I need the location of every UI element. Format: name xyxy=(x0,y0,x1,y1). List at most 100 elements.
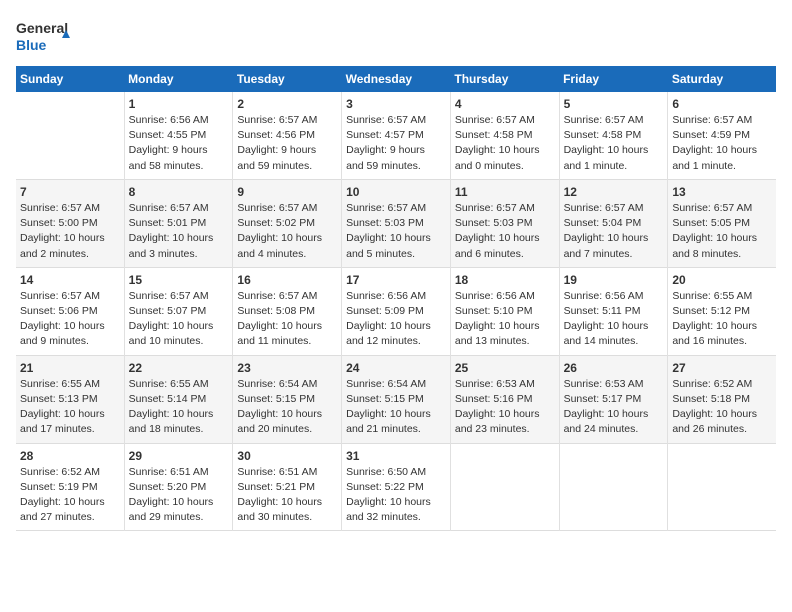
day-info: Sunrise: 6:52 AMSunset: 5:18 PMDaylight:… xyxy=(672,377,772,438)
day-number: 1 xyxy=(129,97,229,111)
day-number: 25 xyxy=(455,361,555,375)
day-number: 7 xyxy=(20,185,120,199)
calendar-cell: 14 Sunrise: 6:57 AMSunset: 5:06 PMDayligh… xyxy=(16,267,124,355)
day-info: Sunrise: 6:55 AMSunset: 5:12 PMDaylight:… xyxy=(672,289,772,350)
day-number: 3 xyxy=(346,97,446,111)
calendar-cell: 16Sunrise: 6:57 AMSunset: 5:08 PMDayligh… xyxy=(233,267,342,355)
calendar-cell: 18 Sunrise: 6:56 AMSunset: 5:10 PMDayligh… xyxy=(450,267,559,355)
day-info: Sunrise: 6:51 AMSunset: 5:20 PMDaylight:… xyxy=(129,465,229,526)
day-info: Sunrise: 6:54 AMSunset: 5:15 PMDaylight:… xyxy=(346,377,446,438)
calendar-cell: 9 Sunrise: 6:57 AMSunset: 5:02 PMDaylight… xyxy=(233,179,342,267)
calendar-cell: 23Sunrise: 6:54 AMSunset: 5:15 PMDayligh… xyxy=(233,355,342,443)
day-number: 5 xyxy=(564,97,664,111)
calendar-cell: 30 Sunrise: 6:51 AMSunset: 5:21 PMDayligh… xyxy=(233,443,342,531)
day-info: Sunrise: 6:53 AMSunset: 5:16 PMDaylight:… xyxy=(455,377,555,438)
calendar-cell: 31 Sunrise: 6:50 AMSunset: 5:22 PMDayligh… xyxy=(342,443,451,531)
day-number: 13 xyxy=(672,185,772,199)
day-info: Sunrise: 6:56 AMSunset: 5:11 PMDaylight:… xyxy=(564,289,664,350)
week-row-5: 28 Sunrise: 6:52 AMSunset: 5:19 PMDayligh… xyxy=(16,443,776,531)
day-info: Sunrise: 6:52 AMSunset: 5:19 PMDaylight:… xyxy=(20,465,120,526)
header-day-friday: Friday xyxy=(559,66,668,92)
calendar-body: 1 Sunrise: 6:56 AMSunset: 4:55 PMDaylight… xyxy=(16,92,776,531)
day-info: Sunrise: 6:57 AMSunset: 4:57 PMDaylight:… xyxy=(346,113,446,174)
calendar-cell: 17Sunrise: 6:56 AMSunset: 5:09 PMDayligh… xyxy=(342,267,451,355)
calendar-cell: 5 Sunrise: 6:57 AMSunset: 4:58 PMDaylight… xyxy=(559,92,668,179)
day-number: 8 xyxy=(129,185,229,199)
day-info: Sunrise: 6:56 AMSunset: 5:10 PMDaylight:… xyxy=(455,289,555,350)
calendar-cell: 3 Sunrise: 6:57 AMSunset: 4:57 PMDaylight… xyxy=(342,92,451,179)
day-info: Sunrise: 6:53 AMSunset: 5:17 PMDaylight:… xyxy=(564,377,664,438)
day-number: 4 xyxy=(455,97,555,111)
day-number: 6 xyxy=(672,97,772,111)
day-number: 15 xyxy=(129,273,229,287)
calendar-cell: 8 Sunrise: 6:57 AMSunset: 5:01 PMDaylight… xyxy=(124,179,233,267)
calendar-cell: 24 Sunrise: 6:54 AMSunset: 5:15 PMDayligh… xyxy=(342,355,451,443)
calendar-cell: 7 Sunrise: 6:57 AMSunset: 5:00 PMDaylight… xyxy=(16,179,124,267)
svg-text:Blue: Blue xyxy=(16,37,47,53)
calendar-cell: 20 Sunrise: 6:55 AMSunset: 5:12 PMDayligh… xyxy=(668,267,776,355)
day-number: 30 xyxy=(237,449,337,463)
calendar-cell: 19 Sunrise: 6:56 AMSunset: 5:11 PMDayligh… xyxy=(559,267,668,355)
calendar-cell xyxy=(668,443,776,531)
day-info: Sunrise: 6:57 AMSunset: 4:58 PMDaylight:… xyxy=(564,113,664,174)
calendar-cell: 26 Sunrise: 6:53 AMSunset: 5:17 PMDayligh… xyxy=(559,355,668,443)
header-day-wednesday: Wednesday xyxy=(342,66,451,92)
calendar-cell: 12Sunrise: 6:57 AMSunset: 5:04 PMDayligh… xyxy=(559,179,668,267)
calendar-cell: 6Sunrise: 6:57 AMSunset: 4:59 PMDaylight… xyxy=(668,92,776,179)
logo: GeneralBlue xyxy=(16,16,71,54)
header-row: SundayMondayTuesdayWednesdayThursdayFrid… xyxy=(16,66,776,92)
day-number: 14 xyxy=(20,273,120,287)
week-row-4: 21Sunrise: 6:55 AMSunset: 5:13 PMDayligh… xyxy=(16,355,776,443)
calendar-cell: 4 Sunrise: 6:57 AMSunset: 4:58 PMDaylight… xyxy=(450,92,559,179)
calendar-cell: 21Sunrise: 6:55 AMSunset: 5:13 PMDayligh… xyxy=(16,355,124,443)
day-number: 31 xyxy=(346,449,446,463)
day-info: Sunrise: 6:57 AMSunset: 5:00 PMDaylight:… xyxy=(20,201,120,262)
calendar-cell: 29 Sunrise: 6:51 AMSunset: 5:20 PMDayligh… xyxy=(124,443,233,531)
day-number: 11 xyxy=(455,185,555,199)
day-number: 9 xyxy=(237,185,337,199)
day-number: 24 xyxy=(346,361,446,375)
calendar-cell: 2 Sunrise: 6:57 AMSunset: 4:56 PMDaylight… xyxy=(233,92,342,179)
day-info: Sunrise: 6:56 AMSunset: 4:55 PMDaylight:… xyxy=(129,113,229,174)
day-number: 10 xyxy=(346,185,446,199)
day-number: 29 xyxy=(129,449,229,463)
calendar-cell: 10 Sunrise: 6:57 AMSunset: 5:03 PMDayligh… xyxy=(342,179,451,267)
day-info: Sunrise: 6:57 AMSunset: 5:08 PMDaylight:… xyxy=(237,289,337,350)
day-info: Sunrise: 6:57 AMSunset: 5:02 PMDaylight:… xyxy=(237,201,337,262)
day-number: 17 xyxy=(346,273,446,287)
calendar-cell: 25 Sunrise: 6:53 AMSunset: 5:16 PMDayligh… xyxy=(450,355,559,443)
day-number: 19 xyxy=(564,273,664,287)
calendar-cell: 22Sunrise: 6:55 AMSunset: 5:14 PMDayligh… xyxy=(124,355,233,443)
header-day-sunday: Sunday xyxy=(16,66,124,92)
day-info: Sunrise: 6:57 AMSunset: 5:04 PMDaylight:… xyxy=(564,201,664,262)
day-number: 20 xyxy=(672,273,772,287)
day-number: 21 xyxy=(20,361,120,375)
calendar-cell: 11Sunrise: 6:57 AMSunset: 5:03 PMDayligh… xyxy=(450,179,559,267)
day-number: 2 xyxy=(237,97,337,111)
day-info: Sunrise: 6:57 AMSunset: 5:07 PMDaylight:… xyxy=(129,289,229,350)
calendar-cell: 27 Sunrise: 6:52 AMSunset: 5:18 PMDayligh… xyxy=(668,355,776,443)
day-info: Sunrise: 6:54 AMSunset: 5:15 PMDaylight:… xyxy=(237,377,337,438)
header-day-saturday: Saturday xyxy=(668,66,776,92)
svg-text:General: General xyxy=(16,20,68,36)
calendar-cell xyxy=(559,443,668,531)
day-info: Sunrise: 6:57 AMSunset: 5:03 PMDaylight:… xyxy=(346,201,446,262)
header-day-monday: Monday xyxy=(124,66,233,92)
day-number: 27 xyxy=(672,361,772,375)
day-info: Sunrise: 6:57 AMSunset: 5:05 PMDaylight:… xyxy=(672,201,772,262)
calendar-cell: 28 Sunrise: 6:52 AMSunset: 5:19 PMDayligh… xyxy=(16,443,124,531)
day-info: Sunrise: 6:57 AMSunset: 4:56 PMDaylight:… xyxy=(237,113,337,174)
day-info: Sunrise: 6:57 AMSunset: 5:06 PMDaylight:… xyxy=(20,289,120,350)
week-row-1: 1 Sunrise: 6:56 AMSunset: 4:55 PMDaylight… xyxy=(16,92,776,179)
day-number: 28 xyxy=(20,449,120,463)
day-number: 18 xyxy=(455,273,555,287)
calendar-cell: 15 Sunrise: 6:57 AMSunset: 5:07 PMDayligh… xyxy=(124,267,233,355)
day-info: Sunrise: 6:57 AMSunset: 4:58 PMDaylight:… xyxy=(455,113,555,174)
week-row-2: 7 Sunrise: 6:57 AMSunset: 5:00 PMDaylight… xyxy=(16,179,776,267)
calendar-header: SundayMondayTuesdayWednesdayThursdayFrid… xyxy=(16,66,776,92)
calendar-cell: 13 Sunrise: 6:57 AMSunset: 5:05 PMDayligh… xyxy=(668,179,776,267)
day-number: 26 xyxy=(564,361,664,375)
day-info: Sunrise: 6:50 AMSunset: 5:22 PMDaylight:… xyxy=(346,465,446,526)
day-info: Sunrise: 6:57 AMSunset: 5:01 PMDaylight:… xyxy=(129,201,229,262)
day-info: Sunrise: 6:51 AMSunset: 5:21 PMDaylight:… xyxy=(237,465,337,526)
